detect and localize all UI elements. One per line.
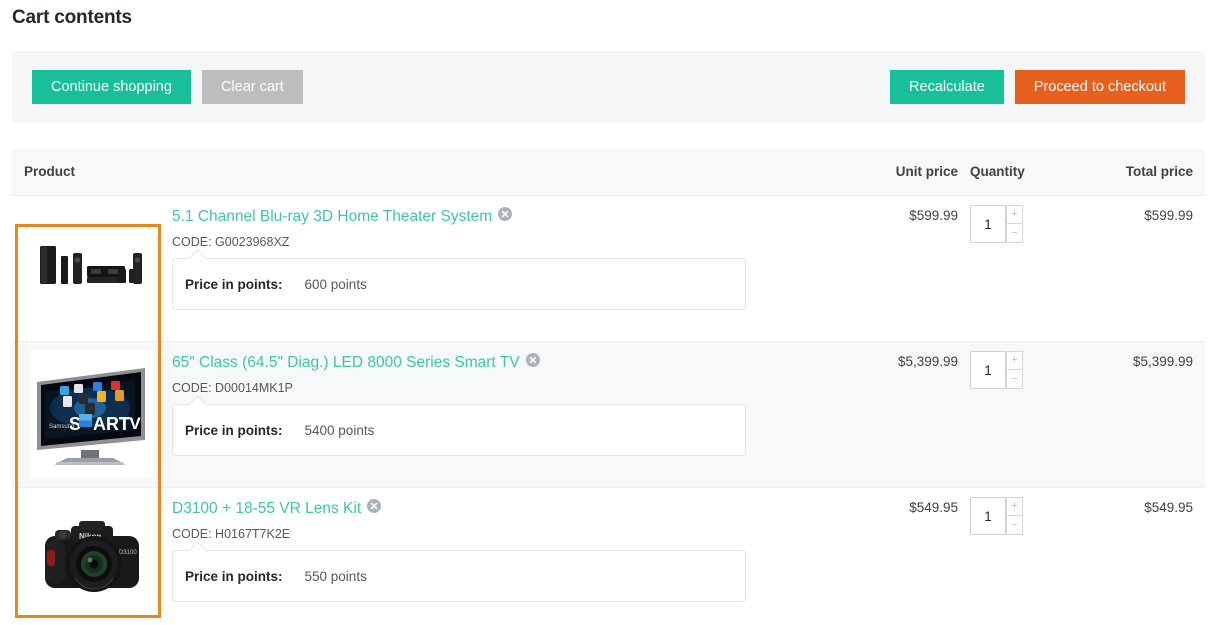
price-in-points-box: Price in points: 550 points — [172, 550, 746, 603]
quantity-spinner: + − — [1006, 497, 1023, 535]
column-header-product: Product — [24, 164, 76, 179]
svg-text:D3100: D3100 — [119, 550, 137, 556]
quantity-decrement-button[interactable]: − — [1006, 370, 1023, 389]
quantity-cell: + − — [958, 342, 1068, 389]
toolbar-right-group: Recalculate Proceed to checkout — [890, 70, 1185, 104]
table-row: Samsung S ART TV 65" Class (64.5" Diag.)… — [12, 342, 1205, 488]
price-in-points-label: Price in points: — [185, 276, 283, 292]
quantity-spinner: + − — [1006, 205, 1023, 243]
unit-price-value: $549.95 — [909, 500, 958, 515]
total-price-value: $5,399.99 — [1132, 354, 1193, 369]
quantity-increment-button[interactable]: + — [1006, 351, 1023, 370]
product-info: D3100 + 18-55 VR Lens Kit CODE: H0167T7K… — [172, 488, 840, 603]
price-in-points-label: Price in points: — [185, 422, 283, 438]
proceed-to-checkout-button[interactable]: Proceed to checkout — [1014, 70, 1185, 104]
dslr-camera-thumbnail[interactable]: Nikon D3100 — [30, 496, 154, 624]
quantity-input[interactable] — [970, 497, 1006, 535]
column-header-total-price: Total price — [1125, 164, 1193, 179]
table-row: Nikon D3100 — [12, 488, 1205, 625]
product-name-link[interactable]: D3100 + 18-55 VR Lens Kit — [172, 500, 361, 518]
remove-item-icon[interactable] — [525, 352, 540, 372]
product-cell: Samsung S ART TV 65" Class (64.5" Diag.)… — [12, 342, 840, 478]
product-cell: 5.1 Channel Blu-ray 3D Home Theater Syst… — [12, 196, 840, 328]
product-cell: Nikon D3100 — [12, 488, 840, 624]
quantity-increment-button[interactable]: + — [1006, 205, 1023, 224]
quantity-input[interactable] — [970, 351, 1006, 389]
page-title: Cart contents — [12, 7, 132, 28]
product-image-cell: Samsung S ART TV — [12, 342, 172, 478]
cart-table: Product Unit price Quantity Total price — [12, 148, 1205, 625]
quantity-stepper[interactable]: + − — [970, 205, 1023, 243]
price-in-points-value: 550 points — [304, 568, 367, 584]
product-code: CODE: G0023968XZ — [172, 235, 290, 250]
quantity-spinner: + − — [1006, 351, 1023, 389]
product-info: 65" Class (64.5" Diag.) LED 8000 Series … — [172, 342, 840, 457]
price-in-points-value: 5400 points — [304, 422, 375, 438]
toolbar-left-group: Continue shopping Clear cart — [32, 70, 303, 104]
table-header-row: Product Unit price Quantity Total price — [12, 148, 1205, 196]
quantity-stepper[interactable]: + − — [970, 351, 1023, 389]
quantity-cell: + − — [958, 196, 1068, 243]
product-image-cell — [12, 196, 172, 328]
quantity-decrement-button[interactable]: − — [1006, 224, 1023, 243]
quantity-cell: + − — [958, 488, 1068, 535]
unit-price-value: $5,399.99 — [897, 354, 958, 369]
column-header-quantity: Quantity — [970, 164, 1025, 179]
product-code: CODE: H0167T7K2E — [172, 527, 291, 542]
cart-toolbar: Continue shopping Clear cart Recalculate… — [12, 51, 1205, 123]
remove-item-icon[interactable] — [498, 206, 513, 226]
continue-shopping-button[interactable]: Continue shopping — [32, 70, 191, 104]
price-in-points-box: Price in points: 5400 points — [172, 404, 746, 457]
unit-price-value: $599.99 — [909, 208, 958, 223]
product-name-link[interactable]: 65" Class (64.5" Diag.) LED 8000 Series … — [172, 354, 520, 372]
product-info: 5.1 Channel Blu-ray 3D Home Theater Syst… — [172, 196, 840, 311]
quantity-increment-button[interactable]: + — [1006, 497, 1023, 516]
table-row: 5.1 Channel Blu-ray 3D Home Theater Syst… — [12, 196, 1205, 342]
total-price-value: $549.95 — [1144, 500, 1193, 515]
smart-tv-thumbnail[interactable]: Samsung S ART TV — [30, 350, 154, 478]
recalculate-button[interactable]: Recalculate — [890, 70, 1004, 104]
product-code: CODE: D00014MK1P — [172, 381, 293, 396]
home-theater-system-thumbnail[interactable] — [30, 204, 154, 328]
product-name-link[interactable]: 5.1 Channel Blu-ray 3D Home Theater Syst… — [172, 208, 492, 226]
quantity-input[interactable] — [970, 205, 1006, 243]
svg-text:TV: TV — [119, 414, 141, 433]
quantity-stepper[interactable]: + − — [970, 497, 1023, 535]
remove-item-icon[interactable] — [367, 498, 382, 518]
total-price-value: $599.99 — [1144, 208, 1193, 223]
price-in-points-value: 600 points — [304, 276, 367, 292]
clear-cart-button[interactable]: Clear cart — [201, 70, 303, 104]
column-header-unit-price: Unit price — [895, 164, 958, 179]
price-in-points-box: Price in points: 600 points — [172, 258, 746, 311]
cart-page: Cart contents Continue shopping Clear ca… — [0, 0, 1217, 625]
price-in-points-label: Price in points: — [185, 568, 283, 584]
product-image-cell: Nikon D3100 — [12, 488, 172, 624]
quantity-decrement-button[interactable]: − — [1006, 516, 1023, 535]
